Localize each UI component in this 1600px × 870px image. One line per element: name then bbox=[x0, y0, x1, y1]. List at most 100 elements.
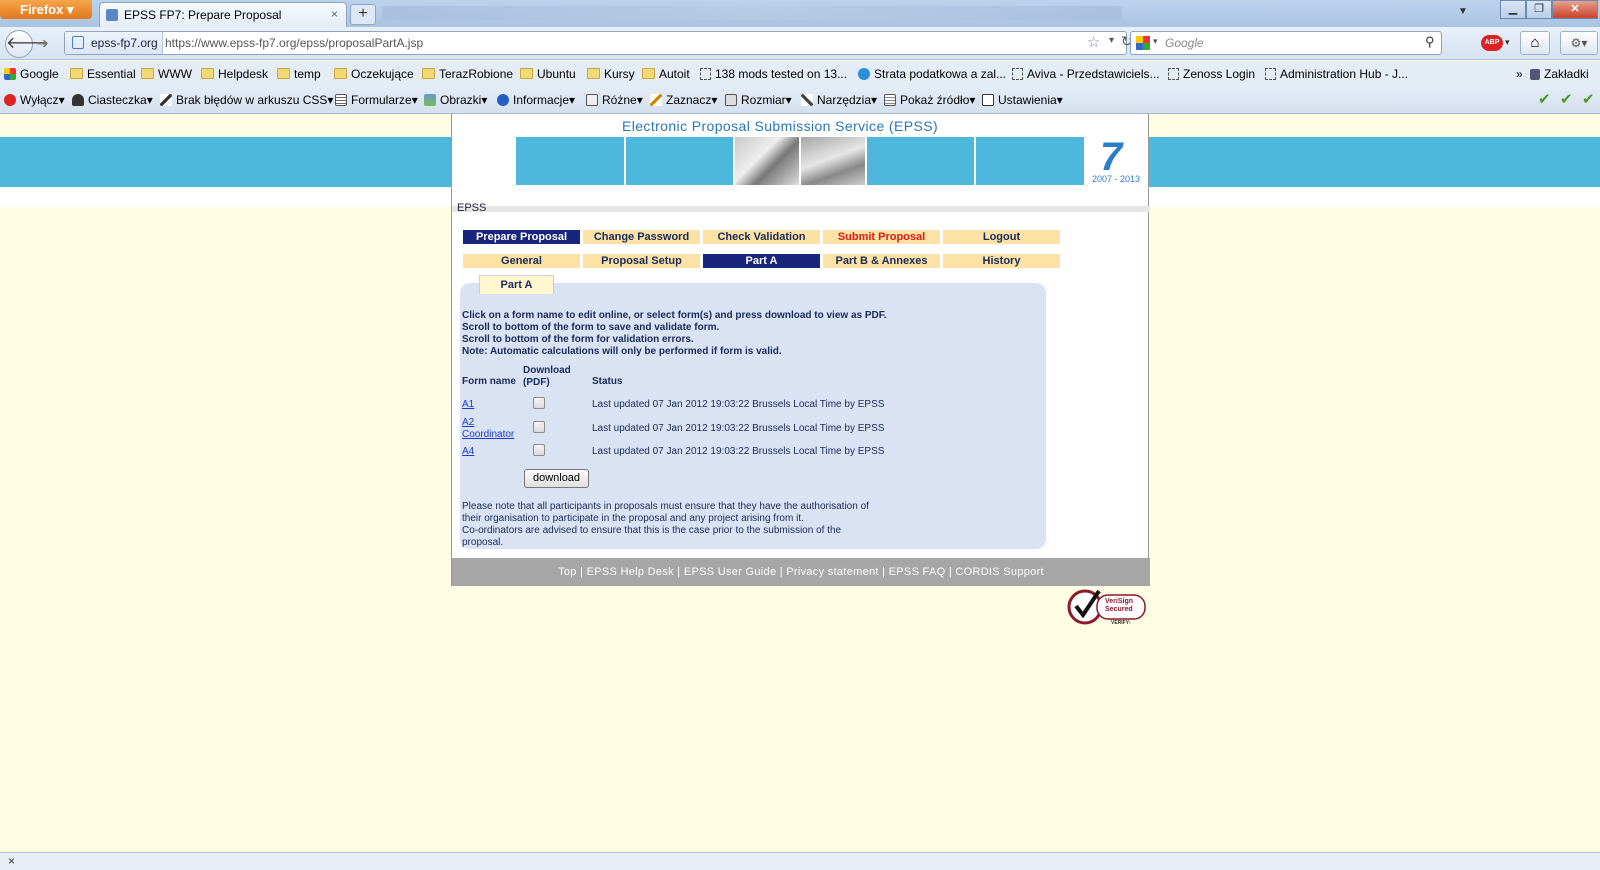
bookmarks-overflow-chevron[interactable]: » bbox=[1516, 67, 1523, 81]
submenu-general[interactable]: General bbox=[463, 254, 580, 268]
close-window-button[interactable]: ✕ bbox=[1552, 0, 1598, 19]
validation-check-icon[interactable]: ✔ bbox=[1538, 90, 1551, 108]
footer-link-faq[interactable]: EPSS FAQ bbox=[889, 566, 946, 578]
bookmark-folder-autoit[interactable]: Autoit bbox=[642, 67, 690, 81]
validation-check-icon[interactable]: ✔ bbox=[1560, 90, 1573, 108]
bookmark-zenoss[interactable]: Zenoss Login bbox=[1168, 67, 1255, 81]
disable-icon bbox=[4, 94, 16, 106]
bookmark-administration-hub[interactable]: Administration Hub - J... bbox=[1265, 67, 1408, 81]
instruction-line: Click on a form name to edit online, or … bbox=[462, 310, 887, 321]
footer-link-help-desk[interactable]: EPSS Help Desk bbox=[587, 566, 674, 578]
back-button[interactable]: 🡐 bbox=[5, 30, 49, 58]
firefox-menu-button[interactable]: Firefox ▾ bbox=[0, 0, 92, 19]
bookmark-folder-kursy[interactable]: Kursy bbox=[587, 67, 635, 81]
download-checkbox-a4[interactable] bbox=[533, 444, 545, 456]
verisign-seal[interactable]: VeriSign Secured VERIFY› bbox=[1067, 587, 1149, 627]
adblock-dropdown-icon[interactable]: ▾ bbox=[1505, 37, 1510, 48]
new-tab-button[interactable]: + bbox=[350, 4, 376, 25]
submenu-proposal-setup[interactable]: Proposal Setup bbox=[583, 254, 700, 268]
search-placeholder: Google bbox=[1165, 36, 1204, 50]
devtool-outline[interactable]: Zaznacz▾ bbox=[650, 93, 717, 107]
bookmark-folder-essential[interactable]: Essential bbox=[70, 67, 136, 81]
devtool-css[interactable]: Brak błędów w arkuszu CSS▾ bbox=[160, 93, 333, 107]
devtool-cookies[interactable]: Ciasteczka▾ bbox=[72, 93, 153, 107]
folder-icon bbox=[277, 68, 290, 79]
meeting-photo bbox=[735, 137, 799, 185]
google-engine-icon[interactable] bbox=[1136, 36, 1150, 50]
bookmark-folder-oczekujace[interactable]: Oczekujące bbox=[334, 67, 414, 81]
site-identity-button[interactable]: epss-fp7.org bbox=[65, 32, 163, 54]
devtool-resize[interactable]: Rozmiar▾ bbox=[725, 93, 792, 107]
submenu-part-b-annexes[interactable]: Part B & Annexes bbox=[823, 254, 940, 268]
addon-toolbar-button[interactable]: ⚙▾ bbox=[1560, 31, 1598, 55]
download-checkbox-a1[interactable] bbox=[533, 397, 545, 409]
devtool-images[interactable]: Obrazki▾ bbox=[424, 93, 487, 107]
devtool-view-source[interactable]: Pokaż źródło▾ bbox=[884, 93, 975, 107]
header-banner-block bbox=[867, 137, 974, 185]
tab-part-a[interactable]: Part A bbox=[479, 275, 554, 294]
forward-button[interactable]: ➔ bbox=[37, 35, 49, 52]
menu-logout[interactable]: Logout bbox=[943, 230, 1060, 244]
bookmark-strata-podatkowa[interactable]: Strata podatkowa a zal... bbox=[858, 67, 1006, 81]
engine-dropdown-icon[interactable]: ▾ bbox=[1153, 36, 1158, 47]
footer-link-top[interactable]: Top bbox=[558, 566, 577, 578]
menu-check-validation[interactable]: Check Validation bbox=[703, 230, 820, 244]
minimize-button[interactable]: ▁ bbox=[1500, 0, 1526, 19]
devtool-options[interactable]: Ustawienia▾ bbox=[982, 93, 1063, 107]
site-globe-icon bbox=[858, 68, 870, 80]
maximize-button[interactable]: ❐ bbox=[1526, 0, 1552, 19]
header-banner-block bbox=[976, 137, 1084, 185]
footer-link-privacy[interactable]: Privacy statement bbox=[786, 566, 879, 578]
verisign-line2: Secured bbox=[1105, 606, 1133, 613]
download-checkbox-a2[interactable] bbox=[533, 421, 545, 433]
outline-pencil-icon bbox=[650, 94, 662, 106]
bookmark-folder-terazrobione[interactable]: TerazRobione bbox=[422, 67, 513, 81]
footer-link-user-guide[interactable]: EPSS User Guide bbox=[684, 566, 777, 578]
bookmark-folder-temp[interactable]: temp bbox=[277, 67, 321, 81]
tab-close-icon[interactable]: × bbox=[331, 7, 338, 21]
url-history-dropdown-icon[interactable]: ▾ bbox=[1109, 35, 1114, 46]
cookies-icon bbox=[72, 94, 84, 106]
form-link-a4[interactable]: A4 bbox=[462, 446, 474, 457]
validation-check-icon[interactable]: ✔ bbox=[1582, 90, 1595, 108]
other-tabs-blurred bbox=[382, 6, 1122, 20]
form-link-a2-coordinator[interactable]: Coordinator bbox=[462, 429, 514, 440]
options-icon bbox=[982, 94, 994, 106]
devtool-tools[interactable]: Narzędzia▾ bbox=[801, 93, 877, 107]
form-link-a2[interactable]: A2 bbox=[462, 417, 474, 428]
bookmark-138-mods[interactable]: 138 mods tested on 13... bbox=[700, 67, 847, 81]
folder-icon bbox=[334, 68, 347, 79]
menu-submit-proposal[interactable]: Submit Proposal bbox=[823, 230, 940, 244]
site-favicon-icon bbox=[106, 9, 118, 21]
tab-list-icon[interactable]: ▼ bbox=[1458, 6, 1468, 17]
adblock-icon[interactable]: ABP bbox=[1481, 35, 1503, 51]
navigation-toolbar: 🡐 ➔ epss-fp7.org https://www.epss-fp7.or… bbox=[0, 27, 1600, 60]
search-input[interactable]: ▾ Google ⚲ bbox=[1130, 31, 1442, 55]
css-pencil-icon bbox=[160, 94, 172, 106]
folder-icon bbox=[141, 68, 154, 79]
bookmark-folder-helpdesk[interactable]: Helpdesk bbox=[201, 67, 268, 81]
footer-link-cordis-support[interactable]: CORDIS Support bbox=[955, 566, 1044, 578]
submenu-part-a[interactable]: Part A bbox=[703, 254, 820, 268]
browser-tab-active[interactable]: EPSS FP7: Prepare Proposal × bbox=[99, 2, 347, 27]
bookmark-star-icon[interactable]: ☆ bbox=[1087, 33, 1100, 51]
devtool-misc[interactable]: Różne▾ bbox=[586, 93, 643, 107]
bookmark-google[interactable]: Google bbox=[4, 67, 59, 81]
statusbar-close-icon[interactable]: × bbox=[8, 854, 15, 868]
bookmarks-menu-button[interactable]: Zakładki bbox=[1530, 67, 1589, 81]
breadcrumb-bar bbox=[452, 206, 1150, 212]
bookmark-folder-ubuntu[interactable]: Ubuntu bbox=[520, 67, 576, 81]
submenu-history[interactable]: History bbox=[943, 254, 1060, 268]
form-link-a1[interactable]: A1 bbox=[462, 399, 474, 410]
devtool-information[interactable]: Informacje▾ bbox=[497, 93, 575, 107]
devtool-forms[interactable]: Formularze▾ bbox=[335, 93, 418, 107]
home-button[interactable]: ⌂ bbox=[1520, 31, 1550, 55]
url-bar[interactable]: epss-fp7.org https://www.epss-fp7.org/ep… bbox=[64, 31, 1133, 55]
bookmark-folder-www[interactable]: WWW bbox=[141, 67, 192, 81]
menu-prepare-proposal[interactable]: Prepare Proposal bbox=[463, 230, 580, 244]
bookmark-aviva[interactable]: Aviva - Przedstawiciels... bbox=[1012, 67, 1160, 81]
download-button[interactable]: download bbox=[524, 469, 589, 488]
search-magnifier-icon[interactable]: ⚲ bbox=[1425, 34, 1435, 50]
menu-change-password[interactable]: Change Password bbox=[583, 230, 700, 244]
devtool-disable[interactable]: Wyłącz▾ bbox=[4, 93, 65, 107]
